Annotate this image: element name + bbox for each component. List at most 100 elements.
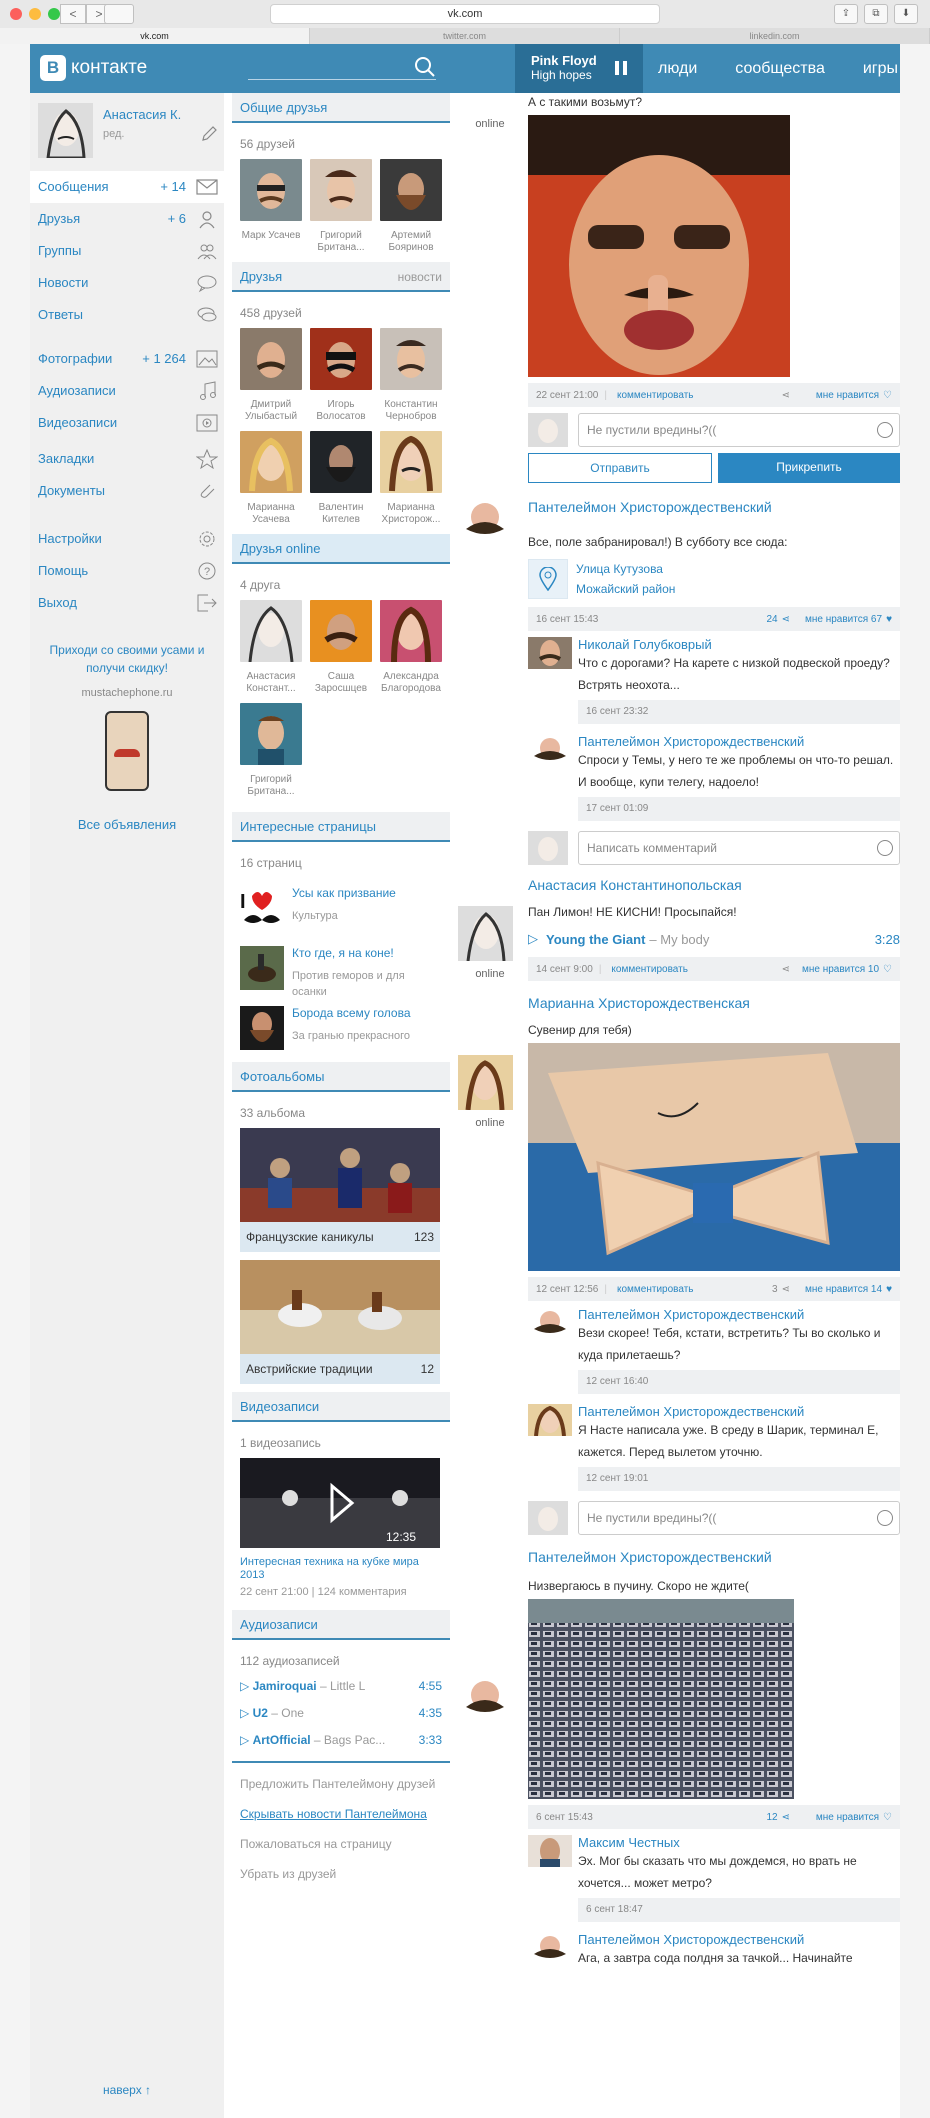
send-button[interactable]: Отправить <box>528 453 712 483</box>
menu-answers[interactable]: Ответы <box>30 299 224 331</box>
location-attachment[interactable]: Улица Кутузова Можайский район <box>528 551 900 607</box>
play-icon[interactable]: ▷ <box>240 1733 253 1747</box>
comment-input[interactable]: Не пустили вредины?(( <box>578 1501 900 1535</box>
audio-track[interactable]: ▷ ArtOfficial – Bags Pac... 3:33 <box>232 1726 450 1753</box>
video-title[interactable]: Интересная техника на кубке мира 2013 <box>232 1556 450 1582</box>
close-window-button[interactable] <box>10 8 22 20</box>
search-icon[interactable] <box>414 56 436 78</box>
url-bar[interactable]: vk.com <box>270 4 660 24</box>
friend-card[interactable]: Константин Чернобров <box>380 328 450 423</box>
tab-vk[interactable]: vk.com <box>0 28 310 44</box>
zoom-window-button[interactable] <box>48 8 60 20</box>
section-photo-albums[interactable]: Фотоальбомы <box>232 1062 450 1092</box>
like-button[interactable]: мне нравится 14 ♥ <box>805 1284 892 1295</box>
scroll-top-button[interactable]: наверх ↑ <box>30 2083 224 2097</box>
post-photo[interactable] <box>528 1043 900 1271</box>
menu-bookmarks[interactable]: Закладки <box>30 443 224 475</box>
section-interesting-pages[interactable]: Интересные страницы <box>232 812 450 842</box>
section-friends-online[interactable]: Друзья online <box>232 534 450 564</box>
album-card[interactable]: Австрийские традиции 12 <box>240 1260 440 1384</box>
section-videos[interactable]: Видеозаписи <box>232 1392 450 1422</box>
page-name[interactable]: Борода всему голова <box>292 1006 411 1020</box>
post-author[interactable]: Марианна Христорождественская <box>528 995 900 1011</box>
like-button[interactable]: мне нравится ♡ <box>816 390 892 401</box>
post-author-avatar[interactable] <box>458 1055 513 1110</box>
play-icon[interactable]: ▷ <box>240 1706 253 1720</box>
menu-messages[interactable]: Сообщения + 14 <box>30 171 224 203</box>
share-icon[interactable]: ⋖ <box>782 964 790 975</box>
remove-friend-link[interactable]: Убрать из друзей <box>232 1859 450 1889</box>
menu-logout[interactable]: Выход <box>30 587 224 619</box>
section-common-friends[interactable]: Общие друзья <box>232 93 450 123</box>
friend-card[interactable]: Валентин Кителев <box>310 431 380 526</box>
commenter-avatar[interactable] <box>528 1932 572 1964</box>
nav-communities[interactable]: сообщества <box>735 60 825 78</box>
back-button[interactable]: < <box>60 4 86 24</box>
avatar[interactable] <box>38 103 93 158</box>
ad-url[interactable]: mustachephone.ru <box>30 687 224 699</box>
report-page-link[interactable]: Пожаловаться на страницу <box>232 1829 450 1859</box>
album-card[interactable]: Французские каникулы 123 <box>240 1128 440 1252</box>
commenter-avatar[interactable] <box>528 1307 572 1339</box>
all-ads-link[interactable]: Все объявления <box>30 817 224 832</box>
comment-author[interactable]: Пантелеймон Христорождественский <box>578 1932 900 1947</box>
minimize-window-button[interactable] <box>29 8 41 20</box>
audio-track[interactable]: ▷ Jamiroquai – Little L 4:55 <box>232 1672 450 1699</box>
menu-audio[interactable]: Аудиозаписи <box>30 375 224 407</box>
commenter-avatar[interactable] <box>528 734 572 766</box>
friend-card[interactable]: Саша Заросшцев <box>310 600 380 695</box>
commenter-avatar[interactable] <box>528 1835 572 1867</box>
comment-link[interactable]: комментировать <box>611 964 688 975</box>
friend-card[interactable]: Григорий Британа... <box>310 159 380 254</box>
menu-friends[interactable]: Друзья + 6 <box>30 203 224 235</box>
friend-card[interactable]: Дмитрий Улыбастый <box>240 328 310 423</box>
menu-groups[interactable]: Группы <box>30 235 224 267</box>
post-author[interactable]: Анастасия Константинопольская <box>528 877 900 893</box>
section-audio[interactable]: Аудиозаписи <box>232 1610 450 1640</box>
share-icon[interactable]: ⇪ <box>834 4 858 24</box>
menu-documents[interactable]: Документы <box>30 475 224 507</box>
emoji-icon[interactable] <box>877 422 893 438</box>
commenter-avatar[interactable] <box>528 637 572 669</box>
suggest-friends-link[interactable]: Предложить Пантелеймону друзей <box>232 1769 450 1799</box>
comment-author[interactable]: Николай Голубковрый <box>578 637 900 652</box>
menu-news[interactable]: Новости <box>30 267 224 299</box>
vk-logo[interactable]: Вконтакте <box>40 55 147 81</box>
video-thumbnail[interactable]: 12:35 <box>240 1458 440 1548</box>
ad-text[interactable]: Приходи со своими усами и получи скидку! <box>30 641 224 677</box>
menu-video[interactable]: Видеозаписи <box>30 407 224 439</box>
section-friends[interactable]: Друзья новости <box>232 262 450 292</box>
audio-player[interactable]: Pink Floyd High hopes <box>515 44 643 93</box>
friend-card[interactable]: Марк Усачев <box>240 159 310 254</box>
audio-attachment[interactable]: ▷ Young the Giant – My body 3:28 <box>528 921 900 957</box>
play-icon[interactable]: ▷ <box>240 1679 253 1693</box>
page-item[interactable]: Борода всему голова За гранью прекрасного <box>232 998 450 1058</box>
sidebar-toggle-icon[interactable] <box>104 4 134 24</box>
play-icon[interactable]: ▷ <box>528 931 538 947</box>
comment-author[interactable]: Максим Честных <box>578 1835 900 1850</box>
nav-people[interactable]: люди <box>658 60 697 78</box>
friend-card[interactable]: Марианна Христорож... <box>380 431 450 526</box>
search-input[interactable] <box>248 56 436 80</box>
commenter-avatar[interactable] <box>528 1404 572 1436</box>
comment-author[interactable]: Пантелеймон Христорождественский <box>578 1404 900 1419</box>
friend-card[interactable]: Григорий Британа... <box>240 703 310 798</box>
post-author-avatar[interactable] <box>458 495 513 550</box>
comment-link[interactable]: комментировать <box>617 1284 694 1295</box>
post-author[interactable]: Пантелеймон Христорождественский <box>528 499 900 515</box>
page-name[interactable]: Кто где, я на коне! <box>292 946 442 960</box>
menu-help[interactable]: Помощь? <box>30 555 224 587</box>
tab-twitter[interactable]: twitter.com <box>310 28 620 44</box>
page-item[interactable]: I Усы как призвание Культура <box>232 878 450 938</box>
comment-input[interactable]: Написать комментарий <box>578 831 900 865</box>
friend-card[interactable]: Артемий Бояринов <box>380 159 450 254</box>
audio-track[interactable]: ▷ U2 – One 4:35 <box>232 1699 450 1726</box>
profile-name[interactable]: Анастасия К. <box>103 107 181 122</box>
like-button[interactable]: мне нравится 10 ♡ <box>802 964 892 975</box>
menu-photos[interactable]: Фотографии + 1 264 <box>30 343 224 375</box>
download-icon[interactable]: ⬇ <box>894 4 918 24</box>
pause-icon[interactable] <box>615 61 627 75</box>
comment-input[interactable]: Не пустили вредины?(( <box>578 413 900 447</box>
tab-linkedin[interactable]: linkedin.com <box>620 28 930 44</box>
post-author-avatar[interactable] <box>458 906 513 961</box>
